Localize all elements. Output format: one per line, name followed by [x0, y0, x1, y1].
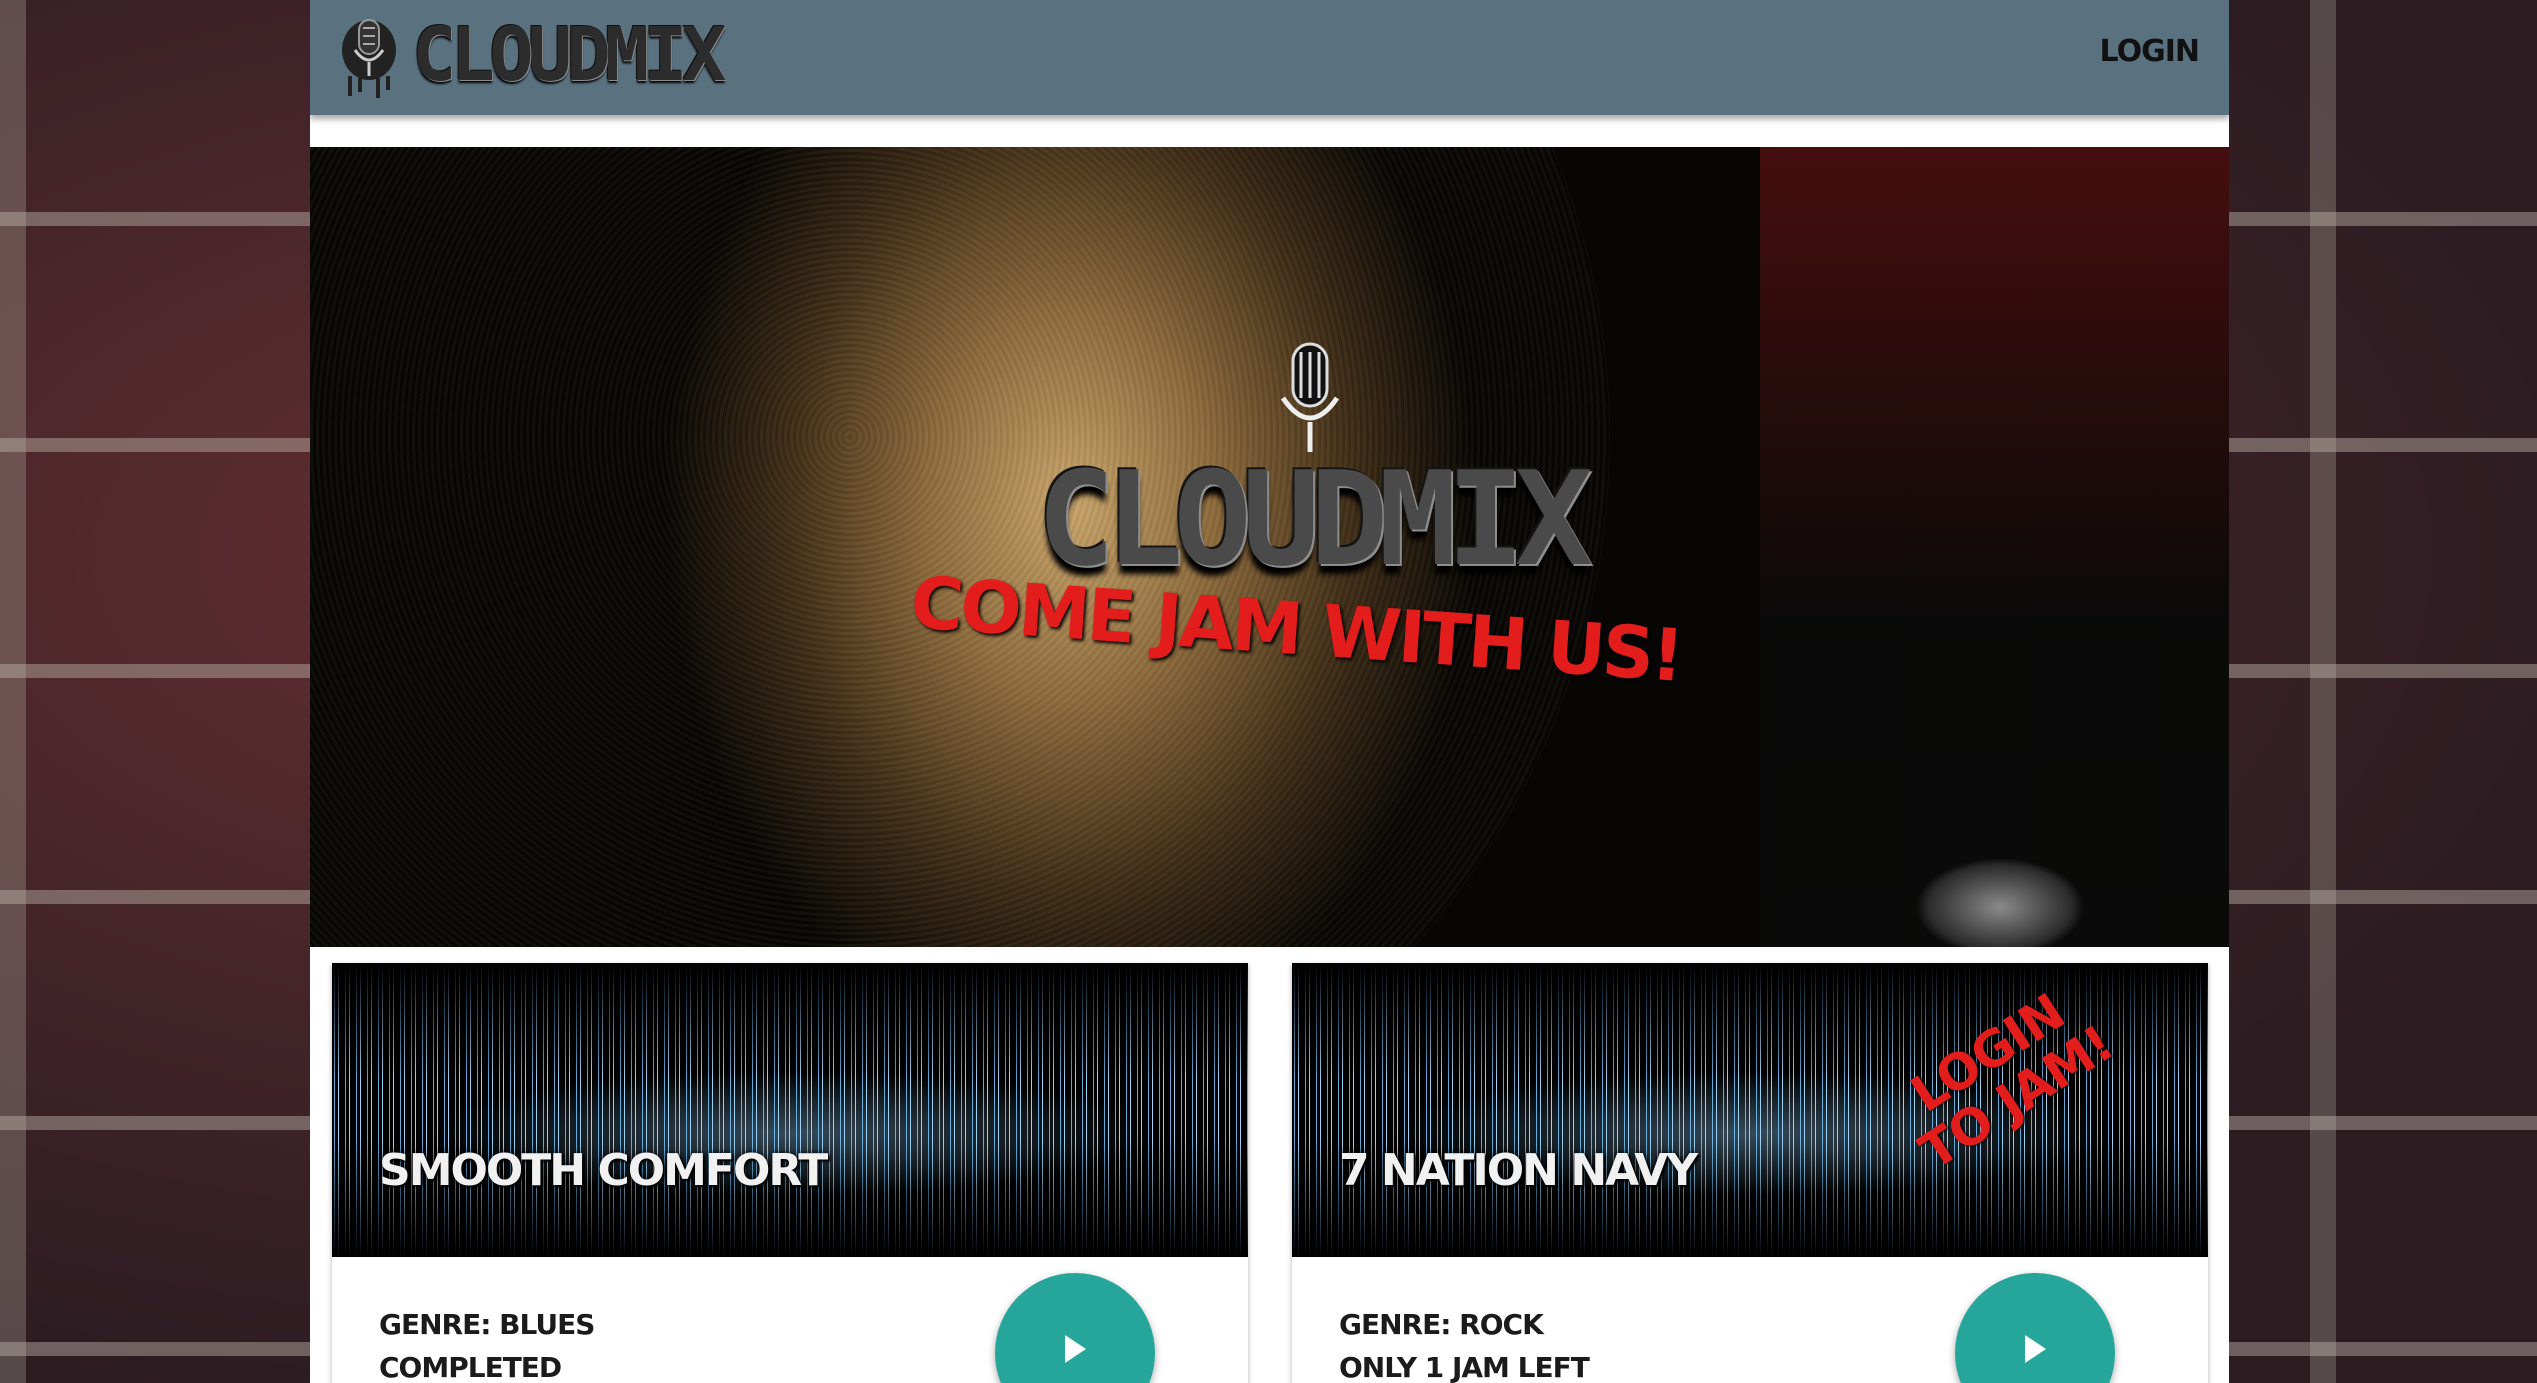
play-icon [1065, 1335, 1086, 1363]
card-status: COMPLETED [379, 1351, 562, 1383]
play-button[interactable] [995, 1273, 1155, 1383]
card-genre: GENRE: BLUES [379, 1308, 595, 1341]
waveform-image: 7 NATION NAVY LOGIN TO JAM! [1292, 963, 2208, 1257]
drum-hardware-image [1760, 147, 2229, 947]
song-card[interactable]: 7 NATION NAVY LOGIN TO JAM! GENRE: ROCK … [1292, 963, 2208, 1383]
card-content: GENRE: ROCK ONLY 1 JAM LEFT [1339, 1303, 1590, 1383]
card-title: 7 NATION NAVY [1339, 1145, 1698, 1196]
waveform-image: SMOOTH COMFORT [332, 963, 1248, 1257]
play-icon [2025, 1335, 2046, 1363]
microphone-icon [342, 19, 396, 98]
login-to-jam-stamp[interactable]: LOGIN TO JAM! [1864, 963, 2139, 1190]
navbar: CLOUDMIX LOGIN [310, 0, 2229, 115]
card-status: ONLY 1 JAM LEFT [1339, 1351, 1590, 1383]
card-content: GENRE: BLUES COMPLETED [379, 1303, 595, 1383]
page-container: CLOUDMIX LOGIN CLOUDMIX COME JAM WITH US… [310, 0, 2229, 1383]
hero-logo: CLOUDMIX [1030, 342, 1593, 595]
card-title: SMOOTH COMFORT [379, 1145, 828, 1196]
play-button[interactable] [1955, 1273, 2115, 1383]
hero-banner: CLOUDMIX COME JAM WITH US! [310, 147, 2229, 947]
song-card[interactable]: SMOOTH COMFORT GENRE: BLUES COMPLETED [332, 963, 1248, 1383]
card-genre: GENRE: ROCK [1339, 1308, 1544, 1341]
hero-brand-name: CLOUDMIX [1036, 443, 1593, 595]
login-link[interactable]: LOGIN [2100, 34, 2200, 69]
brand-logo[interactable]: CLOUDMIX [340, 10, 726, 100]
brand-name: CLOUDMIX [412, 12, 726, 98]
